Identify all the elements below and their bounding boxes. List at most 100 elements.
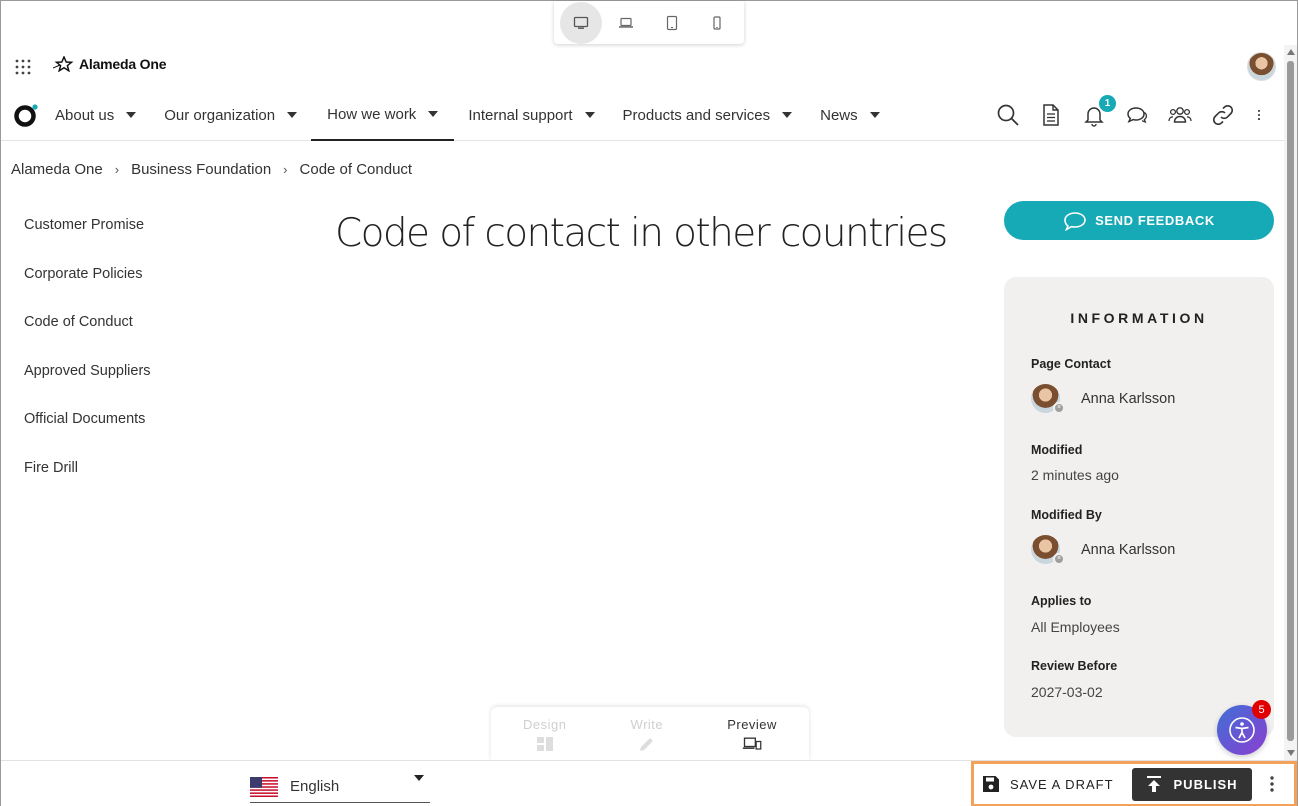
page-contact-person[interactable]: × Anna Karlsson: [1031, 384, 1176, 414]
status-icon: ×: [1053, 402, 1065, 414]
mode-write[interactable]: Write: [631, 717, 664, 753]
scroll-up-arrow-icon[interactable]: [1287, 49, 1295, 55]
modified-value: 2 minutes ago: [1031, 467, 1119, 483]
save-draft-label: SAVE A DRAFT: [1010, 776, 1114, 792]
desktop-icon: [573, 16, 588, 29]
link-icon: [1212, 104, 1234, 126]
nav-item-label: Our organization: [164, 106, 276, 124]
publish-button[interactable]: PUBLISH: [1131, 767, 1252, 801]
pencil-icon: [639, 738, 653, 751]
modified-by-name: Anna Karlsson: [1081, 541, 1176, 558]
send-feedback-button[interactable]: SEND FEEDBACK: [1004, 201, 1274, 240]
modified-label: Modified: [1031, 443, 1083, 457]
laptop-view-button[interactable]: [605, 2, 647, 44]
nav-item-how-we-work[interactable]: How we work: [311, 89, 455, 141]
breadcrumb: Alameda One › Business Foundation › Code…: [11, 161, 412, 178]
language-select[interactable]: English: [250, 771, 430, 803]
avatar: ×: [1031, 384, 1065, 414]
more-vertical-icon: [1257, 109, 1261, 121]
nav-item-label: Products and services: [622, 106, 771, 124]
nav-item-news[interactable]: News: [806, 89, 894, 141]
mode-preview[interactable]: Preview: [727, 717, 777, 753]
breadcrumb-item[interactable]: Business Foundation: [131, 161, 271, 178]
caret-down-icon: [869, 112, 880, 118]
search-icon: [997, 104, 1019, 126]
document-button[interactable]: [1037, 101, 1065, 129]
nav-item-products-and-services[interactable]: Products and services: [609, 89, 807, 141]
avatar[interactable]: [1247, 52, 1276, 81]
nav-item-label: About us: [55, 106, 115, 124]
review-before-value: 2027-03-02: [1031, 684, 1103, 700]
people-button[interactable]: [1166, 101, 1194, 129]
tablet-view-button[interactable]: [651, 2, 693, 44]
mode-design[interactable]: Design: [523, 717, 566, 753]
breadcrumb-separator: ›: [283, 162, 288, 177]
caret-down-icon: [414, 775, 424, 781]
publish-more-button[interactable]: [1262, 772, 1282, 796]
subnav-item-official-documents[interactable]: Official Documents: [24, 409, 151, 458]
chat-icon: [1127, 107, 1148, 124]
status-icon: ×: [1053, 553, 1065, 565]
link-button[interactable]: [1209, 101, 1237, 129]
laptop-icon: [619, 17, 634, 28]
modified-by-person[interactable]: × Anna Karlsson: [1031, 535, 1176, 565]
breadcrumb-item[interactable]: Alameda One: [11, 161, 103, 178]
document-icon: [1043, 104, 1059, 126]
device-switcher: [554, 1, 744, 44]
subnav-item-corporate-policies[interactable]: Corporate Policies: [24, 264, 151, 313]
applies-to-label: Applies to: [1031, 594, 1092, 608]
avatar: ×: [1031, 535, 1065, 565]
save-draft-button[interactable]: SAVE A DRAFT: [982, 768, 1124, 800]
nav-item-internal-support[interactable]: Internal support: [454, 89, 608, 141]
breadcrumb-separator: ›: [114, 162, 120, 177]
accessibility-icon: [1229, 717, 1255, 743]
nav-item-our-organization[interactable]: Our organization: [150, 89, 311, 141]
mode-label: Preview: [727, 717, 777, 732]
nav-item-about-us[interactable]: About us: [41, 89, 150, 141]
subnav-item-code-of-conduct[interactable]: Code of Conduct: [24, 312, 151, 361]
mode-label: Design: [523, 717, 567, 732]
information-heading: INFORMATION: [1070, 310, 1208, 326]
alameda-logo-icon[interactable]: [13, 102, 39, 128]
subnav-item-customer-promise[interactable]: Customer Promise: [24, 215, 151, 264]
vertical-scrollbar[interactable]: [1284, 45, 1297, 760]
page-contact-label: Page Contact: [1031, 357, 1111, 371]
grid-icon[interactable]: [15, 59, 31, 75]
tablet-icon: [666, 15, 677, 30]
send-feedback-label: SEND FEEDBACK: [1095, 213, 1215, 228]
subnav-item-approved-suppliers[interactable]: Approved Suppliers: [24, 361, 151, 410]
caret-down-icon: [126, 112, 137, 118]
caret-down-icon: [287, 112, 298, 118]
language-label: English: [290, 778, 340, 795]
nav-item-label: How we work: [327, 105, 417, 123]
desktop-view-button[interactable]: [559, 1, 602, 44]
page-title: Code of contact in other countries: [335, 211, 948, 256]
chat-button[interactable]: [1123, 101, 1151, 129]
more-menu-button[interactable]: [1252, 101, 1266, 129]
speech-bubble-icon: [1064, 211, 1086, 231]
section-navigation: Customer Promise Corporate Policies Code…: [24, 215, 151, 506]
bottom-action-bar: English SAVE A DRAFT PUBLISH: [1, 760, 1297, 806]
subnav-item-fire-drill[interactable]: Fire Drill: [24, 458, 151, 507]
main-navigation: About us Our organization How we work In…: [1, 89, 1284, 141]
top-header: Alameda One: [1, 45, 1284, 87]
people-icon: [1168, 107, 1192, 123]
mode-label: Write: [630, 717, 664, 732]
search-button[interactable]: [994, 101, 1022, 129]
applies-to-value: All Employees: [1031, 619, 1120, 635]
breadcrumb-item-current[interactable]: Code of Conduct: [300, 161, 413, 178]
publish-label: PUBLISH: [1173, 776, 1238, 792]
nav-item-label: Internal support: [468, 106, 573, 124]
phone-view-button[interactable]: [696, 2, 738, 44]
phone-icon: [713, 15, 721, 30]
nav-tools: 1: [994, 95, 1266, 133]
more-vertical-icon: [1269, 776, 1274, 792]
brand-logo[interactable]: Alameda One: [53, 56, 166, 72]
nav-item-label: News: [820, 106, 858, 124]
page-contact-name: Anna Karlsson: [1081, 390, 1176, 407]
scroll-down-arrow-icon[interactable]: [1287, 750, 1295, 756]
scrollbar-thumb[interactable]: [1287, 61, 1294, 741]
save-icon: [983, 776, 999, 792]
notifications-button[interactable]: 1: [1080, 95, 1116, 129]
mode-switcher: Design Write Preview: [491, 707, 809, 761]
